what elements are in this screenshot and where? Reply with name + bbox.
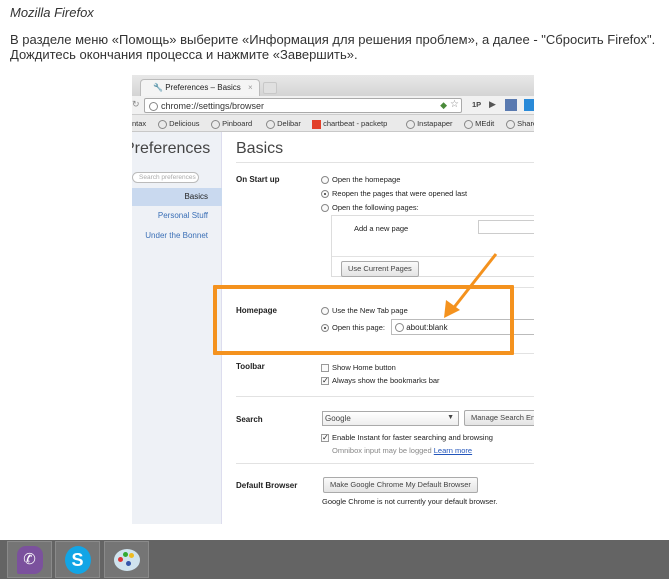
highlight-arrow (444, 253, 498, 318)
taskbar-paint[interactable] (104, 541, 149, 578)
viber-icon: ✆ (16, 545, 43, 574)
taskbar: ✆ S (0, 540, 669, 579)
taskbar-viber[interactable]: ✆ (7, 541, 52, 578)
taskbar-skype[interactable]: S (55, 541, 100, 578)
paint-icon (113, 548, 140, 571)
skype-icon: S (64, 545, 91, 574)
arrow-shaft (450, 253, 498, 311)
